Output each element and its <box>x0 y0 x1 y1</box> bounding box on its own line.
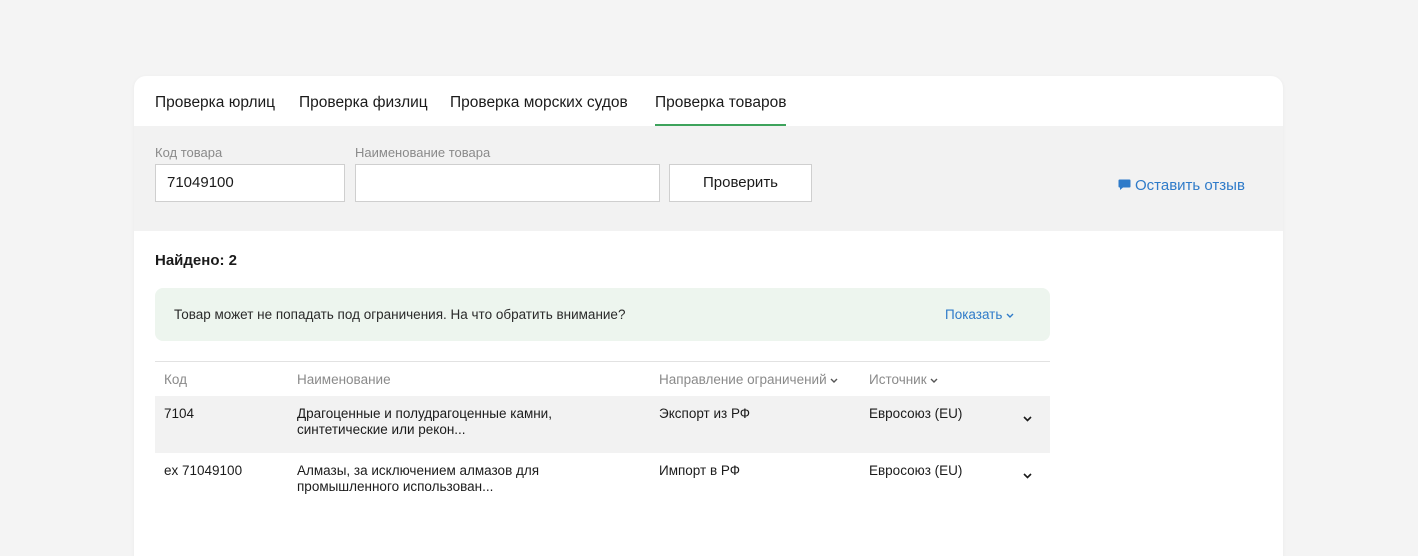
feedback-label: Оставить отзыв <box>1135 177 1245 194</box>
header-direction-label: Направление ограничений <box>659 372 827 387</box>
results-count: Найдено: 2 <box>155 252 237 269</box>
header-name: Наименование <box>297 372 391 387</box>
tab-sea-vessels[interactable]: Проверка морских судов <box>450 94 628 124</box>
cell-name: Драгоценные и полудрагоценные камни, син… <box>297 406 597 438</box>
code-field-label: Код товара <box>155 145 223 160</box>
results-table: Код Наименование Направление ограничений… <box>155 361 1050 510</box>
name-input[interactable] <box>355 164 660 202</box>
header-source[interactable]: Источник <box>869 372 938 387</box>
chevron-down-icon <box>1023 416 1032 422</box>
table-header: Код Наименование Направление ограничений… <box>155 362 1050 396</box>
table-row[interactable]: 7104 Драгоценные и полудрагоценные камни… <box>155 396 1050 453</box>
cell-direction: Экспорт из РФ <box>659 406 751 421</box>
show-details-label: Показать <box>945 307 1003 322</box>
tab-goods[interactable]: Проверка товаров <box>655 94 787 126</box>
tab-legal-entities[interactable]: Проверка юрлиц <box>155 94 275 124</box>
leave-feedback-link[interactable]: Оставить отзыв <box>1118 177 1245 194</box>
header-source-label: Источник <box>869 372 927 387</box>
cell-name-line2: промышленного использован... <box>297 479 494 494</box>
cell-direction: Импорт в РФ <box>659 463 740 478</box>
header-code: Код <box>164 372 187 387</box>
cell-source: Евросоюз (EU) <box>869 406 963 421</box>
name-field-label: Наименование товара <box>355 145 491 160</box>
cell-code: ex 71049100 <box>164 463 243 478</box>
chevron-down-icon <box>930 378 938 383</box>
info-notice: Товар может не попадать под ограничения.… <box>155 288 1050 341</box>
cell-source: Евросоюз (EU) <box>869 463 963 478</box>
search-filters: Код товара 71049100 Наименование товара … <box>134 126 1283 231</box>
product-check-card: Проверка юрлиц Проверка физлиц Проверка … <box>134 76 1283 556</box>
chevron-down-icon <box>830 378 838 383</box>
chevron-down-icon <box>1006 313 1014 318</box>
header-direction[interactable]: Направление ограничений <box>659 372 838 387</box>
show-details-link[interactable]: Показать <box>945 307 1014 322</box>
check-button[interactable]: Проверить <box>669 164 812 202</box>
tab-bar: Проверка юрлиц Проверка физлиц Проверка … <box>134 76 1283 126</box>
table-row[interactable]: ex 71049100 Алмазы, за исключением алмаз… <box>155 453 1050 510</box>
cell-code: 7104 <box>164 406 195 421</box>
tab-individuals[interactable]: Проверка физлиц <box>299 94 428 124</box>
cell-name: Алмазы, за исключением алмазов для промы… <box>297 463 597 495</box>
chat-bubble-icon <box>1118 179 1131 190</box>
code-input[interactable]: 71049100 <box>155 164 345 202</box>
cell-name-line2: синтетические или рекон... <box>297 422 466 437</box>
expand-row-button[interactable] <box>1023 409 1032 427</box>
expand-row-button[interactable] <box>1023 466 1032 484</box>
cell-name-line1: Драгоценные и полудрагоценные камни, <box>297 406 552 421</box>
chevron-down-icon <box>1023 473 1032 479</box>
cell-name-line1: Алмазы, за исключением алмазов для <box>297 463 540 478</box>
notice-text: Товар может не попадать под ограничения.… <box>174 307 626 322</box>
